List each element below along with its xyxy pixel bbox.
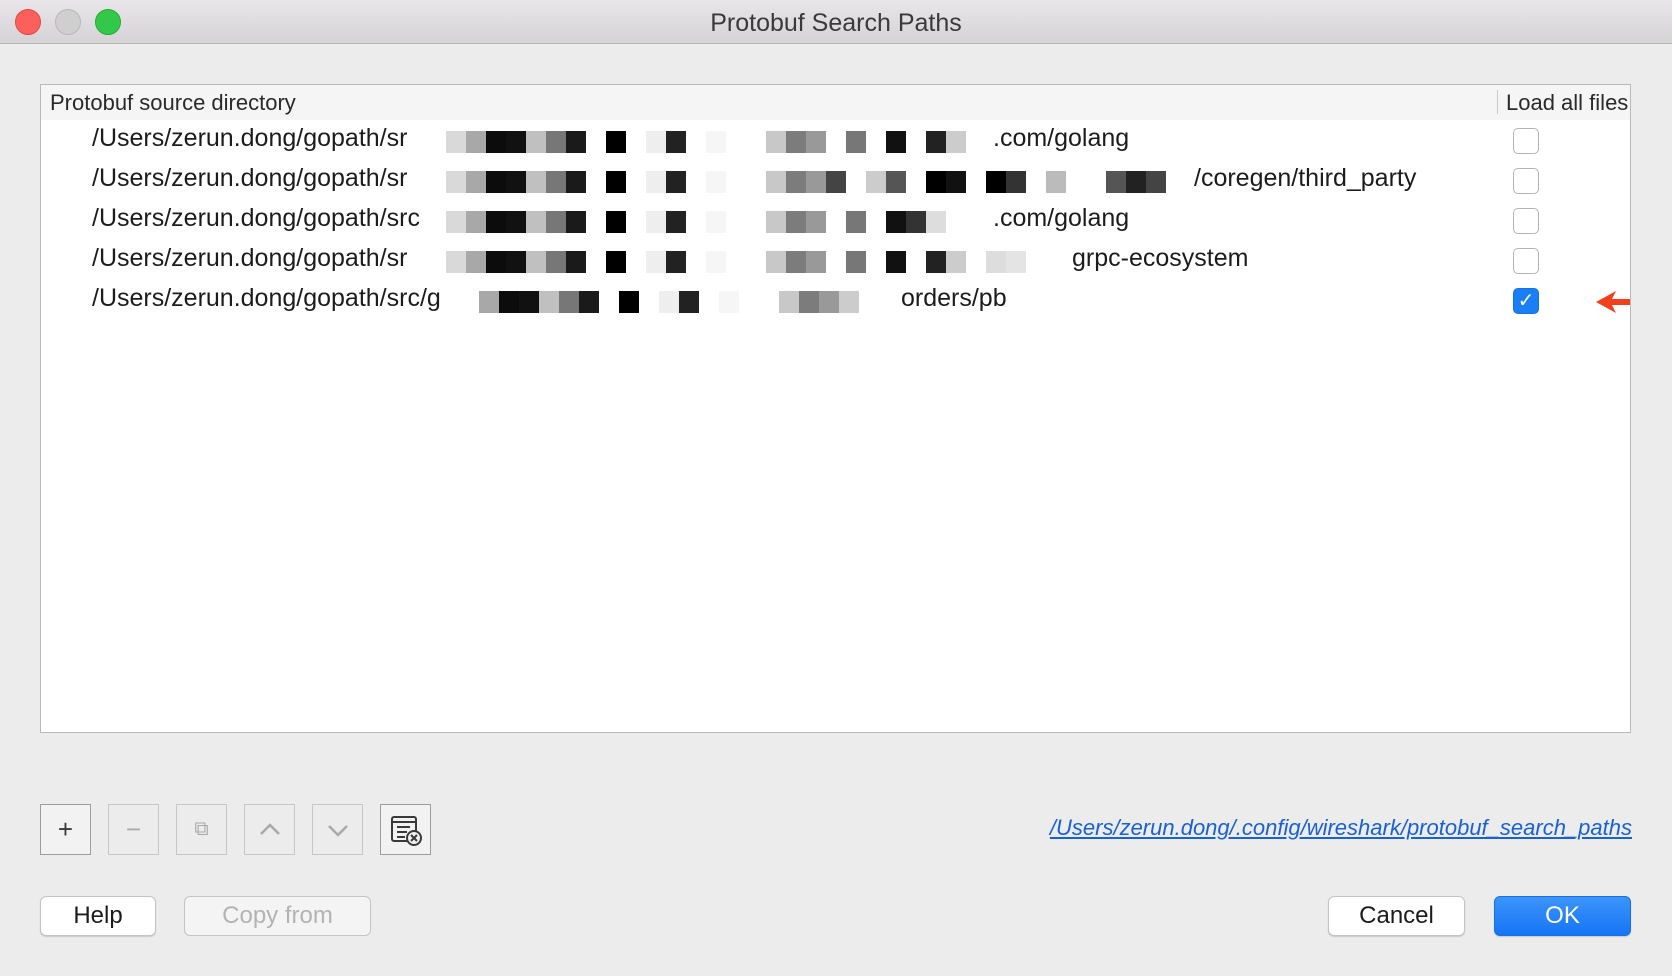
cancel-button[interactable]: Cancel [1328,896,1465,936]
clear-list-icon [390,815,422,846]
load-all-checkbox[interactable] [1513,208,1539,234]
path-suffix: grpc-ecosystem [1070,244,1249,273]
redacted-mosaic [446,251,1026,273]
load-all-checkbox[interactable] [1513,128,1539,154]
column-header-source-directory[interactable]: Protobuf source directory [50,90,296,116]
path-prefix: /Users/zerun.dong/gopath/src [92,204,420,232]
column-separator[interactable] [1497,90,1498,114]
load-all-checkbox[interactable] [1513,248,1539,274]
window-title: Protobuf Search Paths [710,9,962,37]
table-header: Protobuf source directory Load all files [41,85,1630,120]
title-bar: Protobuf Search Paths [0,0,1672,44]
move-down-button[interactable] [312,804,363,855]
redacted-mosaic [446,211,946,233]
table-row[interactable]: /Users/zerun.dong/gopath/sr .com/golang [41,120,1630,160]
table-row[interactable]: /Users/zerun.dong/gopath/sr /coregen/thi… [41,160,1630,200]
clear-list-button[interactable] [380,804,431,855]
copy-icon: ⧉ [194,818,209,840]
search-paths-table: Protobuf source directory Load all files… [40,84,1631,733]
help-button[interactable]: Help [40,896,156,936]
annotation-arrow-icon [1596,291,1630,313]
remove-path-button[interactable]: − [108,804,159,855]
column-header-load-all-files[interactable]: Load all files [1506,90,1628,116]
table-row[interactable]: /Users/zerun.dong/gopath/src .com/golang [41,200,1630,240]
table-row[interactable]: /Users/zerun.dong/gopath/sr grpc-ecosyst… [41,240,1630,280]
path-prefix: /Users/zerun.dong/gopath/sr [92,124,408,152]
path-prefix: /Users/zerun.dong/gopath/sr [92,164,408,192]
move-up-button[interactable] [244,804,295,855]
path-suffix: .com/golang [991,124,1130,153]
plus-icon: + [57,814,74,844]
path-suffix: /coregen/third_party [1192,164,1417,193]
chevron-down-icon [327,824,348,837]
config-file-link[interactable]: /Users/zerun.dong/.config/wireshark/prot… [1050,815,1632,841]
redacted-mosaic [446,131,966,153]
load-all-checkbox[interactable] [1513,168,1539,194]
minus-icon: − [125,814,142,844]
path-suffix: orders/pb [899,284,1007,313]
redacted-mosaic [446,171,1166,193]
copy-from-button[interactable]: Copy from [184,896,371,936]
redacted-mosaic [479,291,859,313]
path-suffix: .com/golang [991,204,1130,233]
path-prefix: /Users/zerun.dong/gopath/src/g [92,284,441,312]
copy-path-button[interactable]: ⧉ [176,804,227,855]
path-prefix: /Users/zerun.dong/gopath/sr [92,244,408,272]
add-path-button[interactable]: + [40,804,91,855]
table-row[interactable]: /Users/zerun.dong/gopath/src/g orders/pb… [41,280,1630,320]
load-all-checkbox[interactable]: ✓ [1513,288,1539,314]
chevron-up-icon [259,822,280,835]
ok-button[interactable]: OK [1494,896,1631,936]
